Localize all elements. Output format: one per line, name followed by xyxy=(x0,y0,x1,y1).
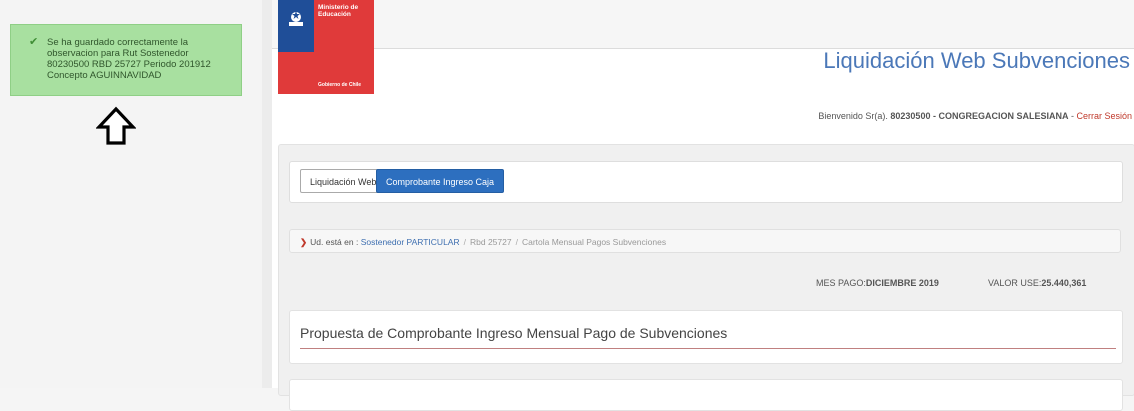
success-toast: ✔ Se ha guardado correctamente la observ… xyxy=(10,24,242,96)
main-area: Ministerio de Educación Gobierno de Chil… xyxy=(272,0,1134,411)
check-icon: ✔ xyxy=(29,36,39,48)
toast-message: Se ha guardado correctamente la observac… xyxy=(47,37,211,81)
left-panel: ✔ Se ha guardado correctamente la observ… xyxy=(0,0,262,388)
title-underline xyxy=(300,348,1116,349)
chevron-right-icon: ❯ xyxy=(300,237,308,247)
button-bar: Liquidación Web Comprobante Ingreso Caja xyxy=(289,161,1123,203)
proposal-section: Propuesta de Comprobante Ingreso Mensual… xyxy=(289,310,1123,364)
breadcrumb-separator: / xyxy=(515,237,518,247)
content-panel: Liquidación Web Comprobante Ingreso Caja… xyxy=(278,144,1134,411)
ministry-logo: Ministerio de Educación Gobierno de Chil… xyxy=(278,0,374,94)
panel-divider xyxy=(262,0,272,388)
payment-value-amount: 25.440,361 xyxy=(1041,278,1087,288)
payment-month-label: MES PAGO: xyxy=(816,278,866,288)
welcome-line: Bienvenido Sr(a). 80230500 - CONGREGACIO… xyxy=(818,111,1132,121)
welcome-prefix: Bienvenido Sr(a). xyxy=(818,111,891,121)
breadcrumb-item-cartola: Cartola Mensual Pagos Subvenciones xyxy=(521,237,667,247)
up-arrow-icon xyxy=(96,106,136,145)
government-label: Gobierno de Chile xyxy=(318,82,362,88)
payment-month-value: DICIEMBRE 2019 xyxy=(865,278,939,288)
payment-value-label: VALOR USE: xyxy=(988,278,1042,288)
next-section xyxy=(289,379,1123,411)
breadcrumb-item-sostenedor[interactable]: Sostenedor PARTICULAR xyxy=(361,237,460,247)
header-band xyxy=(272,0,1134,49)
coat-of-arms-icon xyxy=(289,11,303,26)
proposal-title: Propuesta de Comprobante Ingreso Mensual… xyxy=(300,325,728,341)
app-title: Liquidación Web Subvenciones xyxy=(823,48,1130,73)
breadcrumb-separator: / xyxy=(463,237,466,247)
payment-month: MES PAGO:DICIEMBRE 2019 xyxy=(816,278,939,288)
liquidacion-web-button[interactable]: Liquidación Web xyxy=(300,169,387,193)
welcome-user: 80230500 - CONGREGACION SALESIANA xyxy=(890,111,1069,121)
breadcrumb: ❯ Ud. está en : Sostenedor PARTICULAR / Rbd… xyxy=(289,229,1121,253)
logout-link[interactable]: Cerrar Sesión xyxy=(1076,111,1132,121)
comprobante-ingreso-caja-button[interactable]: Comprobante Ingreso Caja xyxy=(376,169,505,193)
breadcrumb-item-rbd: Rbd 25727 xyxy=(469,237,512,247)
breadcrumb-intro: Ud. está en : xyxy=(310,237,359,247)
ministry-name: Ministerio de Educación xyxy=(318,4,359,18)
payment-value: VALOR USE:25.440,361 xyxy=(988,278,1086,288)
